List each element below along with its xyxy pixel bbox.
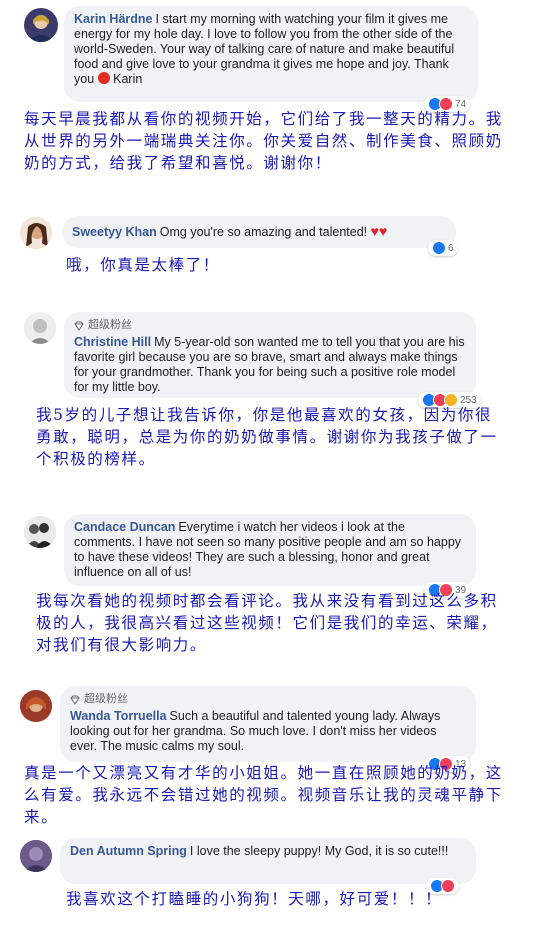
comment-translation: 我每次看她的视频时都会看评论。我从来没有看到过这么多积极的人，我很高兴看过这些视…: [36, 592, 498, 654]
comment-translation: 我喜欢这个打瞌睡的小狗狗！天哪，好可爱！！！: [66, 890, 443, 908]
heart-emoji-icon: ♥♥: [370, 223, 388, 239]
avatar[interactable]: [20, 690, 52, 722]
author-name[interactable]: Wanda Torruella: [70, 709, 167, 723]
author-name[interactable]: Den Autumn Spring: [70, 844, 187, 858]
badge-label: 超级粉丝: [84, 693, 128, 705]
comment-translation: 真是一个又漂亮又有才华的小姐姐。她一直在照顾她的奶奶，这么有爱。我永远不会错过她…: [24, 764, 503, 826]
user-photo-icon: [24, 516, 56, 548]
comment-translation: 哦，你真是太棒了！: [66, 256, 220, 274]
reaction-count: 6: [448, 242, 454, 254]
avatar[interactable]: [24, 8, 58, 42]
flower-emoji-icon: [97, 72, 110, 84]
comment-bubble: 超级粉丝 Wanda Torruella Such a beautiful and…: [60, 686, 476, 762]
diamond-badge-icon: [74, 321, 84, 331]
avatar[interactable]: [24, 516, 56, 548]
author-name[interactable]: Sweetyy Khan: [72, 225, 157, 239]
comment-text: Omg you're so amazing and talented!: [159, 225, 368, 239]
user-photo-icon: [20, 840, 52, 872]
comment-translation: 每天早晨我都从看你的视频开始，它们给了我一整天的精力。我从世界的另外一端瑞典关注…: [24, 110, 503, 172]
reaction-summary[interactable]: 6: [428, 240, 458, 256]
comment-text: I love the sleepy puppy! My God, it is s…: [189, 844, 449, 858]
user-photo-icon: [28, 15, 54, 42]
diamond-badge-icon: [70, 695, 80, 705]
author-name[interactable]: Christine Hill: [74, 335, 151, 349]
user-photo-icon: [20, 690, 52, 722]
top-fan-badge: 超级粉丝: [70, 692, 466, 707]
comment-bubble: Candace Duncan Everytime i watch her vide…: [64, 514, 476, 586]
user-photo-icon: [24, 312, 56, 344]
avatar[interactable]: [24, 312, 56, 344]
avatar[interactable]: [20, 217, 52, 249]
author-name[interactable]: Candace Duncan: [74, 520, 175, 534]
author-name[interactable]: Karin Härdne: [74, 12, 153, 26]
badge-label: 超级粉丝: [88, 319, 132, 331]
comment-bubble: 超级粉丝 Christine Hill My 5-year-old son wan…: [64, 312, 476, 398]
avatar[interactable]: [20, 840, 52, 872]
comment-bubble: Sweetyy Khan Omg you're so amazing and ta…: [62, 216, 456, 248]
top-fan-badge: 超级粉丝: [74, 318, 466, 333]
like-reaction-icon: [432, 241, 446, 255]
comment-signature: Karin: [109, 72, 143, 86]
comment-bubble: Den Autumn Spring I love the sleepy puppy…: [60, 838, 476, 884]
comment-bubble: Karin Härdne I start my morning with watc…: [64, 6, 478, 102]
user-photo-icon: [20, 217, 52, 249]
comment-translation: 我5岁的儿子想让我告诉你，你是他最喜欢的女孩，因为你很勇敢，聪明，总是为你的奶奶…: [36, 406, 498, 468]
